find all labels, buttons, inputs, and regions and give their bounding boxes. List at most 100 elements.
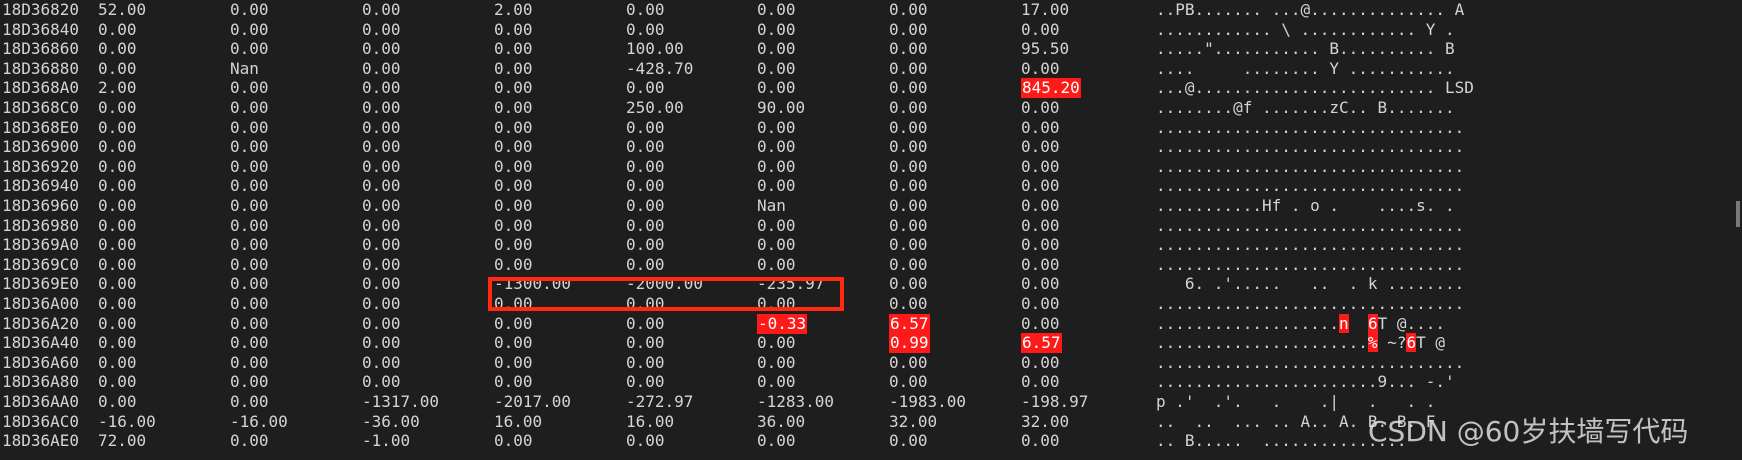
value-cell[interactable]: 0.00	[494, 216, 533, 236]
value-cell[interactable]: 0.00	[626, 333, 665, 353]
value-cell[interactable]: 0.00	[362, 157, 401, 177]
value-cell[interactable]: 0.00	[626, 20, 665, 40]
value-cell[interactable]: 0.99	[889, 333, 930, 354]
value-cell[interactable]: 0.00	[494, 176, 533, 196]
value-cell[interactable]: 0.00	[362, 353, 401, 373]
value-cell[interactable]: 95.50	[1021, 39, 1069, 59]
value-cell[interactable]: 0.00	[362, 216, 401, 236]
value-cell[interactable]: 0.00	[889, 235, 928, 255]
value-cell[interactable]: 0.00	[494, 333, 533, 353]
value-cell[interactable]: 0.00	[757, 353, 796, 373]
value-cell[interactable]: 0.00	[1021, 235, 1060, 255]
value-cell[interactable]: 0.00	[1021, 372, 1060, 392]
value-cell[interactable]: -1283.00	[757, 392, 834, 412]
value-cell[interactable]: 0.00	[626, 196, 665, 216]
value-cell[interactable]: 0.00	[889, 196, 928, 216]
value-cell[interactable]: 0.00	[1021, 59, 1060, 79]
value-cell[interactable]: 0.00	[1021, 431, 1060, 451]
value-cell[interactable]: 0.00	[362, 78, 401, 98]
value-cell[interactable]: 0.00	[1021, 176, 1060, 196]
value-cell[interactable]: 0.00	[362, 59, 401, 79]
value-cell[interactable]: 0.00	[1021, 216, 1060, 236]
value-cell[interactable]: 0.00	[230, 157, 269, 177]
value-cell[interactable]: Nan	[230, 59, 259, 79]
value-cell[interactable]: 0.00	[362, 0, 401, 20]
value-cell[interactable]: 0.00	[494, 20, 533, 40]
value-cell[interactable]: 0.00	[494, 39, 533, 59]
value-cell[interactable]: 52.00	[98, 0, 146, 20]
value-cell[interactable]: 0.00	[98, 372, 137, 392]
value-cell[interactable]: -1983.00	[889, 392, 966, 412]
value-cell[interactable]: 0.00	[230, 372, 269, 392]
value-cell[interactable]: 0.00	[98, 274, 137, 294]
value-cell[interactable]: 0.00	[362, 98, 401, 118]
value-cell[interactable]: 0.00	[757, 216, 796, 236]
value-cell[interactable]: 0.00	[889, 353, 928, 373]
value-cell[interactable]: 0.00	[362, 314, 401, 334]
value-cell[interactable]: 0.00	[889, 0, 928, 20]
value-cell[interactable]: 0.00	[362, 20, 401, 40]
value-cell[interactable]: 0.00	[494, 372, 533, 392]
value-cell[interactable]: 0.00	[98, 314, 137, 334]
value-cell[interactable]: 250.00	[626, 98, 684, 118]
value-cell[interactable]: 0.00	[362, 39, 401, 59]
value-cell[interactable]: 0.00	[494, 353, 533, 373]
value-cell[interactable]: 0.00	[889, 372, 928, 392]
value-cell[interactable]: 0.00	[757, 39, 796, 59]
value-cell[interactable]: 0.00	[889, 255, 928, 275]
value-cell[interactable]: 0.00	[98, 353, 137, 373]
value-cell[interactable]: 845.20	[1021, 78, 1081, 99]
value-cell[interactable]: 0.00	[626, 314, 665, 334]
value-cell[interactable]: 0.00	[362, 176, 401, 196]
value-cell[interactable]: 0.00	[1021, 255, 1060, 275]
value-cell[interactable]: 0.00	[757, 235, 796, 255]
value-cell[interactable]: 0.00	[889, 137, 928, 157]
value-cell[interactable]: 0.00	[98, 294, 137, 314]
value-cell[interactable]: 0.00	[626, 118, 665, 138]
value-cell[interactable]: 32.00	[889, 412, 937, 432]
value-cell[interactable]: 32.00	[1021, 412, 1069, 432]
value-cell[interactable]: 0.00	[230, 20, 269, 40]
value-cell[interactable]: 0.00	[757, 59, 796, 79]
value-cell[interactable]: 0.00	[889, 20, 928, 40]
value-cell[interactable]: 0.00	[362, 235, 401, 255]
value-cell[interactable]: 0.00	[230, 0, 269, 20]
value-cell[interactable]: -272.97	[626, 392, 693, 412]
value-cell[interactable]: 0.00	[230, 216, 269, 236]
value-cell[interactable]: 0.00	[230, 274, 269, 294]
value-cell[interactable]: Nan	[757, 196, 786, 216]
value-cell[interactable]: 0.00	[889, 274, 928, 294]
value-cell[interactable]: 0.00	[362, 196, 401, 216]
value-cell[interactable]: 0.00	[230, 333, 269, 353]
value-cell[interactable]: 2.00	[98, 78, 137, 98]
value-cell[interactable]: -16.00	[230, 412, 288, 432]
value-cell[interactable]: 0.00	[98, 333, 137, 353]
value-cell[interactable]: -2017.00	[494, 392, 571, 412]
value-cell[interactable]: 0.00	[626, 353, 665, 373]
value-cell[interactable]: 0.00	[494, 196, 533, 216]
value-cell[interactable]: 0.00	[626, 255, 665, 275]
value-cell[interactable]: 0.00	[494, 118, 533, 138]
value-cell[interactable]: 0.00	[362, 137, 401, 157]
value-cell[interactable]: 0.00	[494, 255, 533, 275]
value-cell[interactable]: 0.00	[626, 216, 665, 236]
value-cell[interactable]: 0.00	[1021, 118, 1060, 138]
value-cell[interactable]: 0.00	[362, 294, 401, 314]
value-cell[interactable]: 0.00	[230, 176, 269, 196]
value-cell[interactable]: 0.00	[230, 294, 269, 314]
value-cell[interactable]: 90.00	[757, 98, 805, 118]
value-cell[interactable]: 0.00	[626, 372, 665, 392]
value-cell[interactable]: 0.00	[1021, 314, 1060, 334]
value-cell[interactable]: -198.97	[1021, 392, 1088, 412]
value-cell[interactable]: 0.00	[98, 216, 137, 236]
value-cell[interactable]: 0.00	[230, 392, 269, 412]
value-cell[interactable]: 6.57	[889, 313, 930, 334]
value-cell[interactable]: 0.00	[889, 78, 928, 98]
value-cell[interactable]: -428.70	[626, 59, 693, 79]
value-cell[interactable]: 0.00	[362, 255, 401, 275]
value-cell[interactable]: 0.00	[98, 176, 137, 196]
value-cell[interactable]: 0.00	[494, 431, 533, 451]
value-cell[interactable]: 0.00	[98, 118, 137, 138]
value-cell[interactable]: 0.00	[494, 157, 533, 177]
value-cell[interactable]: 0.00	[98, 20, 137, 40]
